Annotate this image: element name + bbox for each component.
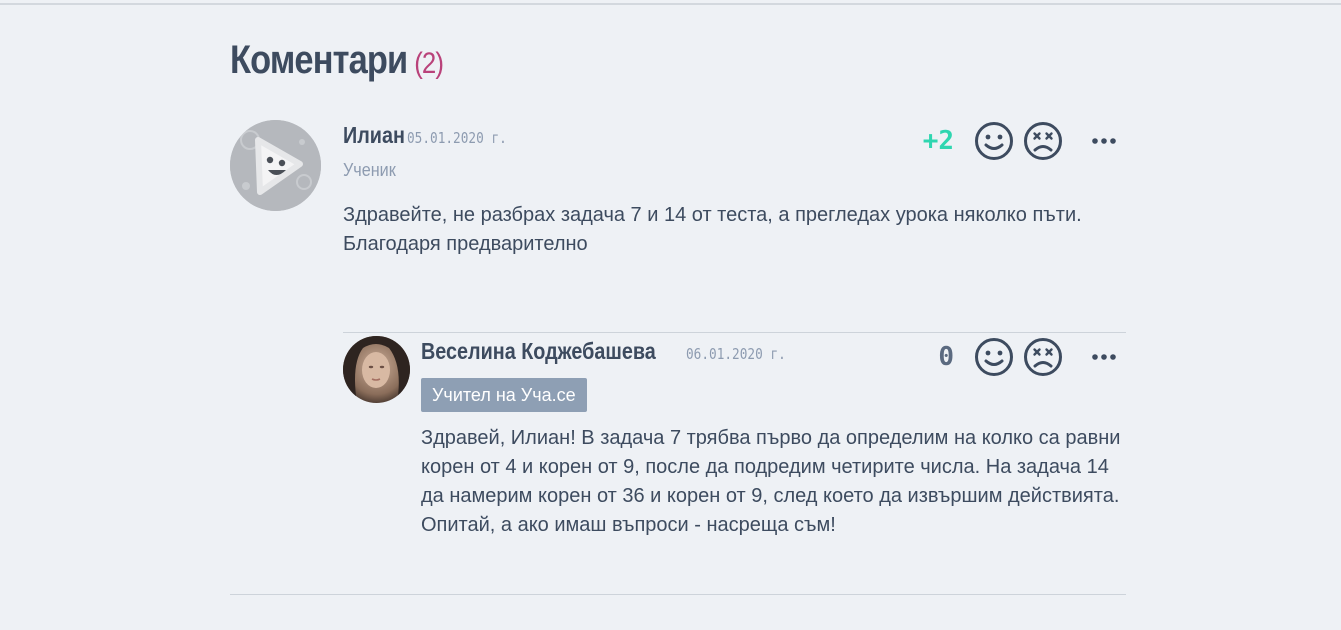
- comments-section: Коментари (2) Илиан 05.01.2020 г. Ученик …: [230, 30, 1126, 595]
- comment-text: Здравейте, не разбрах задача 7 и 14 от т…: [343, 204, 1082, 255]
- user-photo: [343, 336, 410, 403]
- author-name[interactable]: Илиан: [343, 120, 405, 150]
- comments-count: (2): [414, 47, 444, 80]
- comments-title: Коментари: [230, 38, 408, 82]
- teacher-badge: Учител на Уча.се: [421, 378, 587, 412]
- vote-score: +2: [922, 126, 954, 156]
- comment-actions: +2: [923, 120, 1126, 162]
- vote-score: 0: [938, 342, 954, 372]
- top-divider: [0, 3, 1341, 5]
- comment-date: 05.01.2020 г.: [407, 129, 508, 147]
- dead-face-icon[interactable]: [1023, 121, 1063, 161]
- default-avatar-icon: [230, 120, 321, 211]
- comment-date: 06.01.2020 г.: [686, 345, 787, 363]
- comment-actions: 0: [938, 336, 1126, 378]
- smile-icon[interactable]: [974, 121, 1014, 161]
- user-role: Ученик: [343, 160, 396, 180]
- more-dots-icon[interactable]: [1091, 353, 1117, 361]
- comment-text: Здравей, Илиан! В задача 7 трябва първо …: [421, 427, 1121, 536]
- avatar[interactable]: [343, 336, 410, 403]
- dead-face-icon[interactable]: [1023, 337, 1063, 377]
- section-divider: [230, 594, 1126, 595]
- reply-divider: [343, 332, 1126, 333]
- avatar[interactable]: [230, 120, 321, 211]
- author-name[interactable]: Веселина Коджебашева: [421, 336, 656, 366]
- smile-icon[interactable]: [974, 337, 1014, 377]
- comments-heading: Коментари (2): [230, 30, 1001, 90]
- more-dots-icon[interactable]: [1091, 137, 1117, 145]
